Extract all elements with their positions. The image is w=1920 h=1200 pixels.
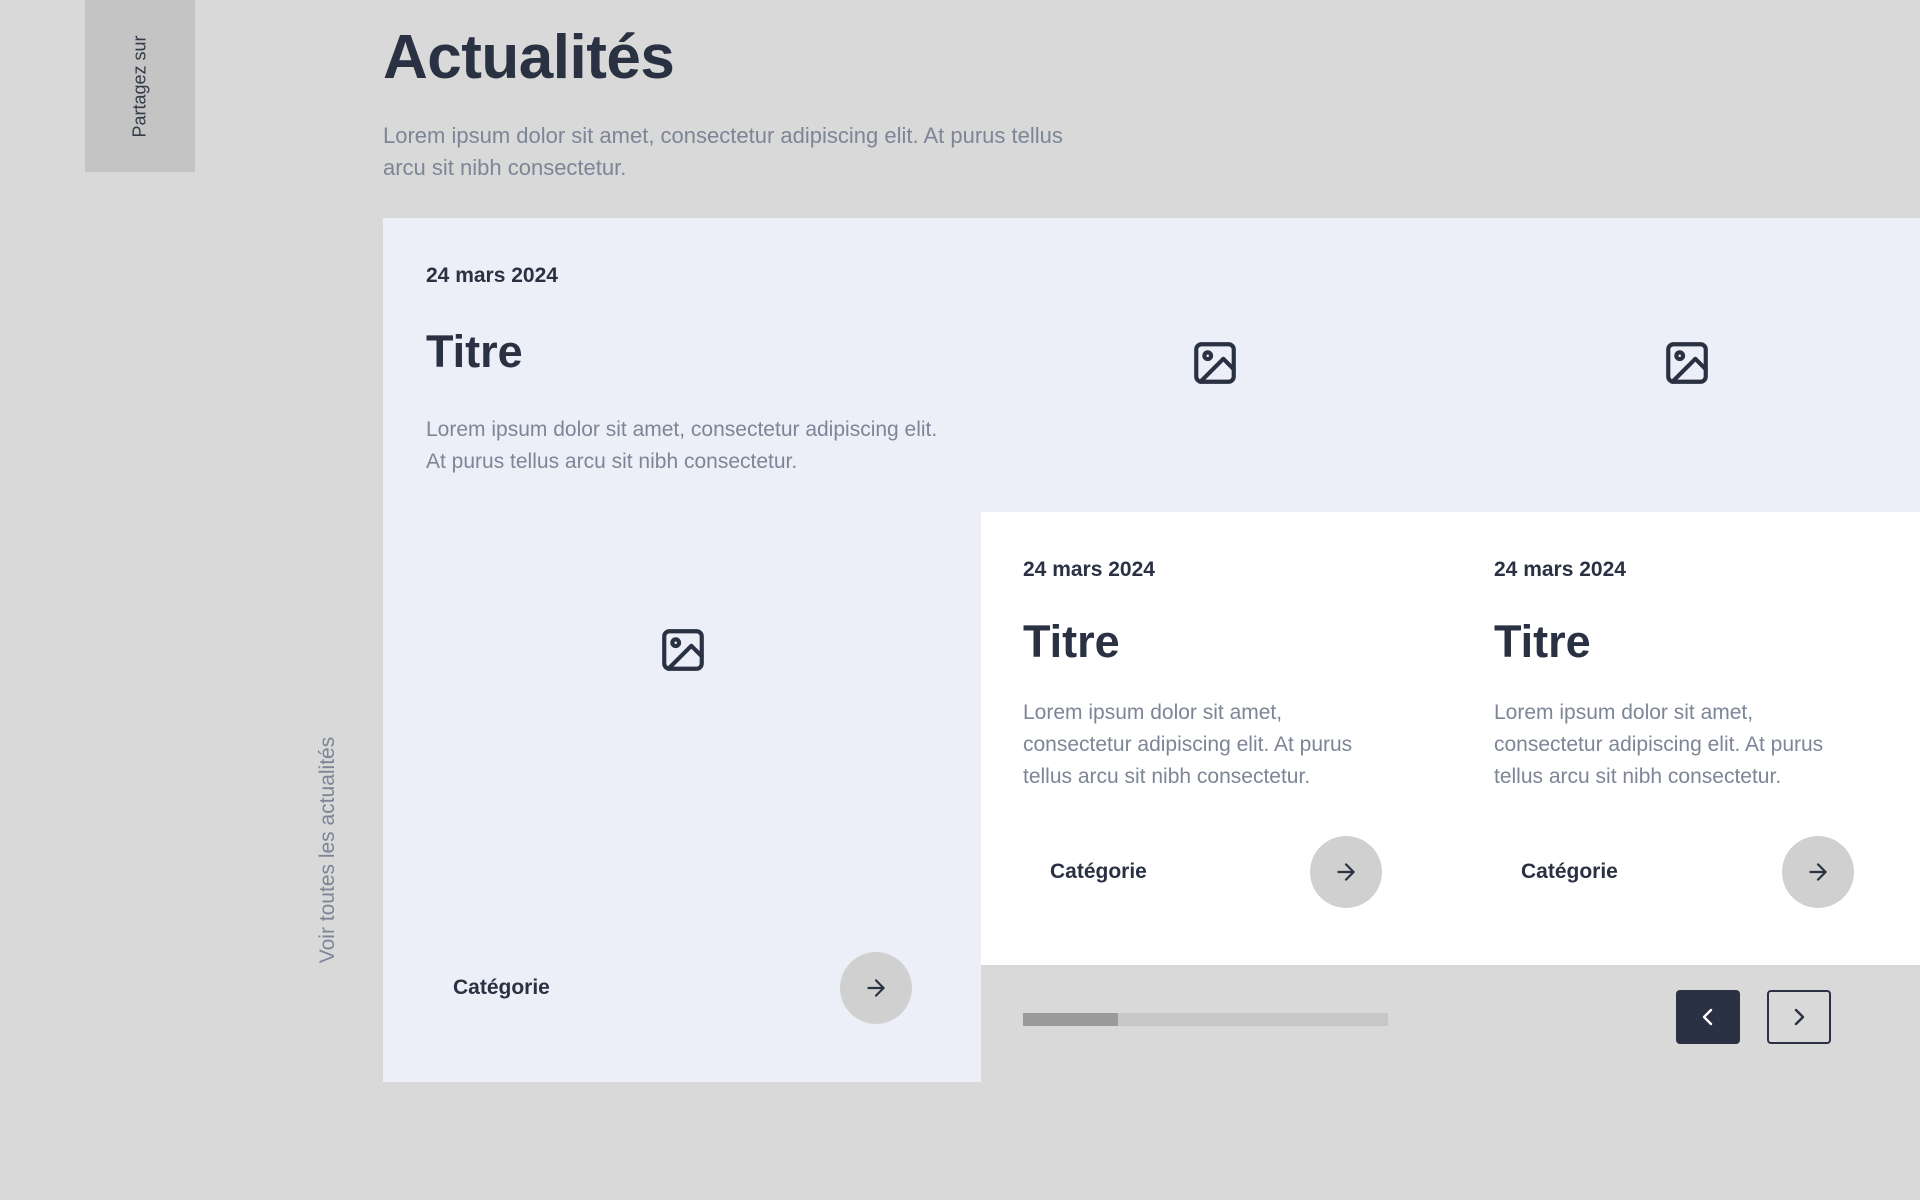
featured-image-icon <box>662 629 704 671</box>
card-1-image-icon <box>1194 342 1236 384</box>
share-tab[interactable]: Partagez sur <box>85 0 195 172</box>
carousel-progress-fill <box>1023 1013 1118 1026</box>
card-2-date: 24 mars 2024 <box>1494 558 1626 581</box>
see-all-news-link[interactable]: Voir toutes les actualités <box>290 730 366 970</box>
card-1-date: 24 mars 2024 <box>1023 558 1155 581</box>
arrow-right-icon <box>867 979 885 997</box>
card-2-read-more-button[interactable] <box>1782 836 1854 908</box>
featured-category: Catégorie <box>453 976 550 999</box>
carousel-prev-button[interactable] <box>1676 990 1740 1044</box>
card-2-image-icon <box>1666 342 1708 384</box>
card-2-title: Titre <box>1494 616 1591 667</box>
card-1-title: Titre <box>1023 616 1120 667</box>
page-intro: Lorem ipsum dolor sit amet, consectetur … <box>383 123 1063 180</box>
page-title: Actualités <box>383 23 675 92</box>
featured-read-more-button[interactable] <box>840 952 912 1024</box>
see-all-news-label: Voir toutes les actualités <box>316 736 339 964</box>
featured-description: Lorem ipsum dolor sit amet, consectetur … <box>426 418 938 473</box>
card-2-category: Catégorie <box>1521 860 1618 883</box>
chevron-right-icon <box>1794 1008 1805 1026</box>
card-1-description: Lorem ipsum dolor sit amet, consectetur … <box>1023 701 1353 788</box>
card-1-category: Catégorie <box>1050 860 1147 883</box>
arrow-right-icon <box>1337 863 1355 881</box>
arrow-right-icon <box>1809 863 1827 881</box>
featured-date: 24 mars 2024 <box>426 264 558 287</box>
carousel-progress-track[interactable] <box>1023 1013 1388 1026</box>
carousel-next-button[interactable] <box>1767 990 1831 1044</box>
share-label: Partagez sur <box>129 34 150 138</box>
card-1-read-more-button[interactable] <box>1310 836 1382 908</box>
card-2-description: Lorem ipsum dolor sit amet, consectetur … <box>1494 701 1824 788</box>
featured-title: Titre <box>426 326 523 377</box>
chevron-left-icon <box>1702 1008 1713 1026</box>
